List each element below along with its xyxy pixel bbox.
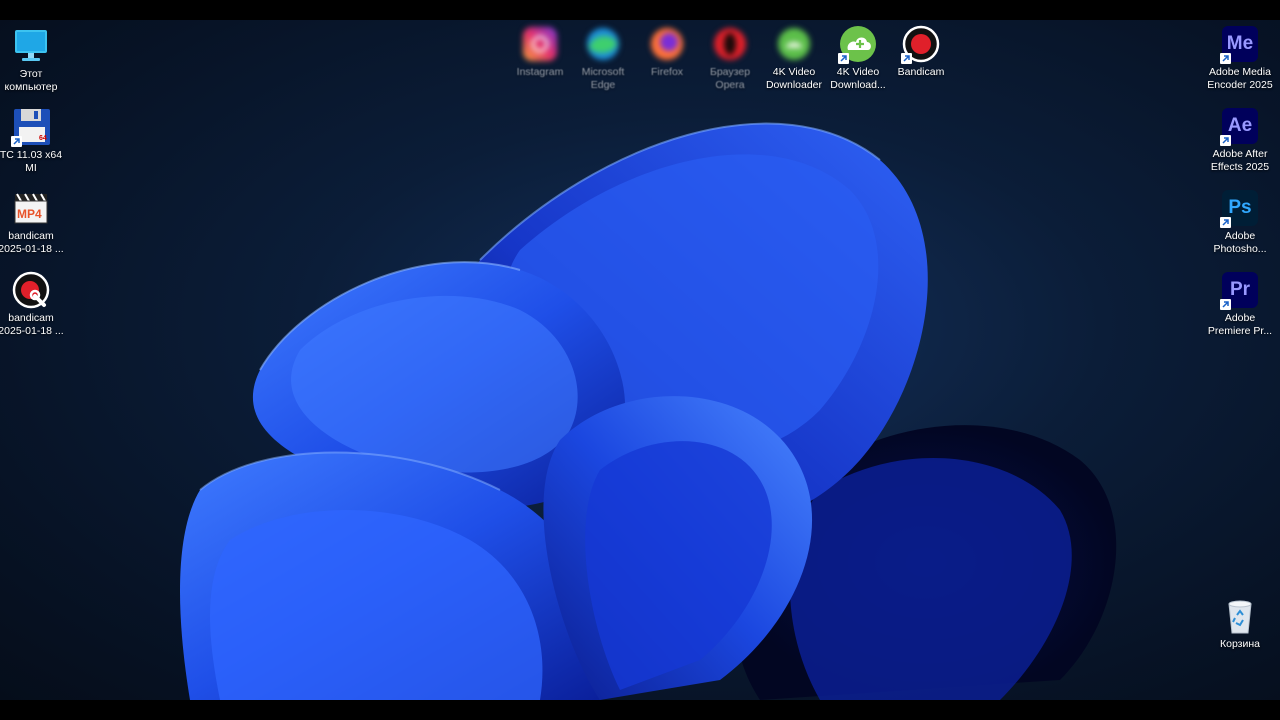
desktop-icon-bandicam[interactable]: Bandicam [888,24,954,79]
floppy-disk-icon: 64 [11,107,51,147]
desktop-icon-bandicam-tools[interactable]: bandicam 2025-01-18 ... [0,270,64,338]
desktop-icon-label: Adobe Photosho... [1213,230,1267,255]
recycle-bin-icon [1220,596,1260,636]
4k-video-downloader-icon [774,24,814,64]
desktop-icon-label: Этот компьютер [4,68,58,93]
media-encoder-icon: Me [1220,24,1260,64]
shortcut-arrow-icon [1220,217,1231,228]
edge-icon [583,24,623,64]
desktop-icon-edge[interactable]: Microsoft Edge [570,24,636,92]
desktop-icon-label: Adobe Media Encoder 2025 [1207,66,1273,91]
firefox-icon [647,24,687,64]
desktop-icon-label: Браузер Opera [709,66,751,91]
shortcut-arrow-icon [11,136,22,147]
desktop-icon-label: Microsoft Edge [581,66,625,91]
desktop-icon-this-pc[interactable]: Этот компьютер [0,26,64,94]
desktop-icon-label: 4K Video Downloader [765,66,823,91]
desktop-icon-label: Bandicam [897,66,945,78]
mp4-clapper-icon: MP4 [11,188,51,228]
premiere-pro-icon: Pr [1220,270,1260,310]
4k-video-downloader-plus-icon [838,24,878,64]
desktop-icon-label: bandicam 2025-01-18 ... [0,312,64,337]
desktop-icon-4k-video-downloader-plus[interactable]: 4K Video Download... [825,24,891,92]
desktop-icon-label: TC 11.03 x64 MI [0,149,63,174]
after-effects-icon: Ae [1220,106,1260,146]
svg-text:64: 64 [39,135,47,142]
desktop-icon-bandicam-video[interactable]: MP4 bandicam 2025-01-18 ... [0,188,64,256]
desktop-icon-label: 4K Video Download... [830,66,886,91]
shortcut-arrow-icon [1220,299,1231,310]
desktop-icon-firefox[interactable]: Firefox [634,24,700,79]
desktop-icon-label: Instagram [516,66,564,78]
photoshop-icon: Ps [1220,188,1260,228]
desktop-icon-recycle-bin[interactable]: Корзина [1207,596,1273,651]
desktop-icon-label: Adobe After Effects 2025 [1210,148,1270,173]
wallpaper-petal [790,457,1072,700]
bloom-wallpaper [180,122,1117,700]
shortcut-arrow-icon [838,53,849,64]
bottom-letterbox [0,700,1280,720]
instagram-icon [520,24,560,64]
desktop-icon-total-commander[interactable]: 64 TC 11.03 x64 MI [0,107,64,175]
desktop[interactable]: Этот компьютер 64 TC 11.03 x64 MI MP4 ba… [0,20,1280,700]
desktop-icon-label: Корзина [1220,638,1260,650]
desktop-icon-label: Adobe Premiere Pr... [1207,312,1273,337]
desktop-icon-media-encoder[interactable]: Me Adobe Media Encoder 2025 [1207,24,1273,92]
desktop-icon-photoshop[interactable]: Ps Adobe Photosho... [1207,188,1273,256]
desktop-icon-label: bandicam 2025-01-18 ... [0,230,64,255]
desktop-icon-label: Firefox [650,66,684,78]
desktop-icon-opera[interactable]: Браузер Opera [697,24,763,92]
top-letterbox [0,0,1280,20]
opera-icon [710,24,750,64]
shortcut-arrow-icon [901,53,912,64]
shortcut-arrow-icon [1220,135,1231,146]
desktop-icon-premiere-pro[interactable]: Pr Adobe Premiere Pr... [1207,270,1273,338]
desktop-icon-instagram[interactable]: Instagram [507,24,573,79]
bandicam-icon [901,24,941,64]
shortcut-arrow-icon [1220,53,1231,64]
desktop-icon-4k-video-downloader[interactable]: 4K Video Downloader [761,24,827,92]
monitor-icon [11,26,51,66]
desktop-icon-after-effects[interactable]: Ae Adobe After Effects 2025 [1207,106,1273,174]
bandicam-tools-icon [11,270,51,310]
svg-text:MP4: MP4 [17,207,42,221]
